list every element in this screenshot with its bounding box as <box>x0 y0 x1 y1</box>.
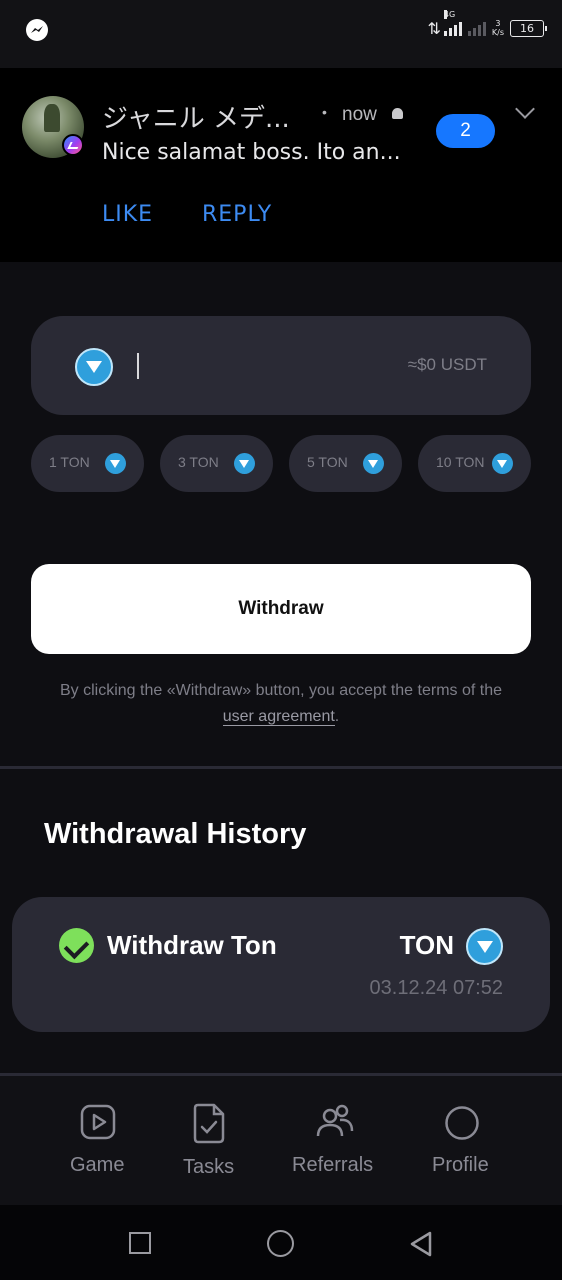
ton-icon <box>466 928 503 965</box>
network-speed-value: 3 <box>495 19 501 28</box>
notification-message: Nice salamat boss. Ito an... <box>102 140 401 165</box>
ton-icon <box>363 453 384 474</box>
terms-notice: By clicking the «Withdraw» button, you a… <box>31 678 531 730</box>
preset-1-ton-button[interactable]: 1 TON <box>31 435 144 492</box>
play-icon <box>80 1104 116 1140</box>
battery-icon: 16 <box>510 19 547 37</box>
terms-period: . <box>334 708 340 725</box>
status-icons: ⇅ 4G 3 K/s 16 <box>427 10 547 40</box>
like-button[interactable]: LIKE <box>102 202 153 227</box>
nav-item-profile[interactable]: Profile <box>430 1076 494 1208</box>
separator-dot: • <box>322 104 327 120</box>
preset-10-ton-button[interactable]: 10 TON <box>418 435 531 492</box>
system-nav-bar <box>0 1205 562 1280</box>
history-item[interactable]: Withdraw Ton TON 03.12.24 07:52 <box>12 897 550 1032</box>
app-screen: ⇅ 4G 3 K/s 16 ジャニル メデ... • now Nice sala… <box>0 0 562 1280</box>
users-icon <box>316 1104 354 1137</box>
secondary-signal-icon <box>467 20 486 36</box>
text-cursor <box>137 353 139 379</box>
check-circle-icon <box>59 928 94 963</box>
ton-icon <box>105 453 126 474</box>
terms-text: By clicking the «Withdraw» button, you a… <box>60 682 502 699</box>
messenger-status-icon <box>26 19 48 41</box>
history-title: Withdrawal History <box>44 818 307 850</box>
document-check-icon <box>193 1103 225 1144</box>
bell-icon <box>392 108 403 119</box>
ton-icon <box>75 348 113 386</box>
section-divider <box>0 766 562 769</box>
nav-label-game: Game <box>70 1154 125 1176</box>
home-circle-icon[interactable] <box>267 1230 294 1257</box>
history-item-datetime: 03.12.24 07:52 <box>369 977 503 999</box>
battery-level: 16 <box>520 21 534 35</box>
reply-button[interactable]: REPLY <box>202 202 272 227</box>
notification-time: now <box>342 104 377 125</box>
network-speed: 3 K/s <box>492 19 504 37</box>
history-item-label: Withdraw Ton <box>107 930 277 960</box>
nav-item-game[interactable]: Game <box>60 1076 138 1208</box>
status-bar: ⇅ 4G 3 K/s 16 <box>0 0 562 68</box>
messenger-notification[interactable]: ジャニル メデ... • now Nice salamat boss. Ito … <box>0 68 562 262</box>
nav-label-tasks: Tasks <box>183 1156 235 1178</box>
preset-5-ton-button[interactable]: 5 TON <box>289 435 402 492</box>
usdt-estimate: ≈$0 USDT <box>407 355 487 374</box>
expand-chevron-icon[interactable] <box>515 99 535 119</box>
history-item-currency: TON <box>399 930 454 960</box>
user-agreement-link[interactable]: user agreement <box>222 708 335 726</box>
back-triangle-icon[interactable] <box>408 1230 434 1258</box>
profile-circle-icon <box>445 1106 479 1140</box>
nav-item-referrals[interactable]: Referrals <box>290 1076 380 1208</box>
recents-square-icon[interactable] <box>129 1232 151 1254</box>
amount-input-field[interactable]: ≈$0 USDT <box>31 316 531 415</box>
network-speed-unit: K/s <box>491 28 504 37</box>
data-transfer-icon: ⇅ <box>427 18 441 38</box>
preset-label: 10 TON <box>436 454 485 470</box>
preset-label: 5 TON <box>307 454 348 470</box>
preset-label: 3 TON <box>178 454 219 470</box>
network-type: 4G <box>443 10 456 19</box>
preset-3-ton-button[interactable]: 3 TON <box>160 435 273 492</box>
signal-strength-icon: 4G <box>443 10 462 36</box>
ton-icon <box>234 453 255 474</box>
nav-label-referrals: Referrals <box>292 1154 374 1176</box>
bottom-nav: Game Tasks Referrals Profile <box>0 1073 562 1205</box>
preset-label: 1 TON <box>49 454 90 470</box>
messenger-badge-icon <box>62 134 84 156</box>
ton-icon <box>492 453 513 474</box>
message-count-badge: 2 <box>436 114 495 148</box>
nav-item-tasks[interactable]: Tasks <box>176 1076 244 1208</box>
sender-name: ジャニル メデ... <box>102 104 290 134</box>
nav-label-profile: Profile <box>432 1154 489 1176</box>
withdraw-button[interactable]: Withdraw <box>31 564 531 654</box>
